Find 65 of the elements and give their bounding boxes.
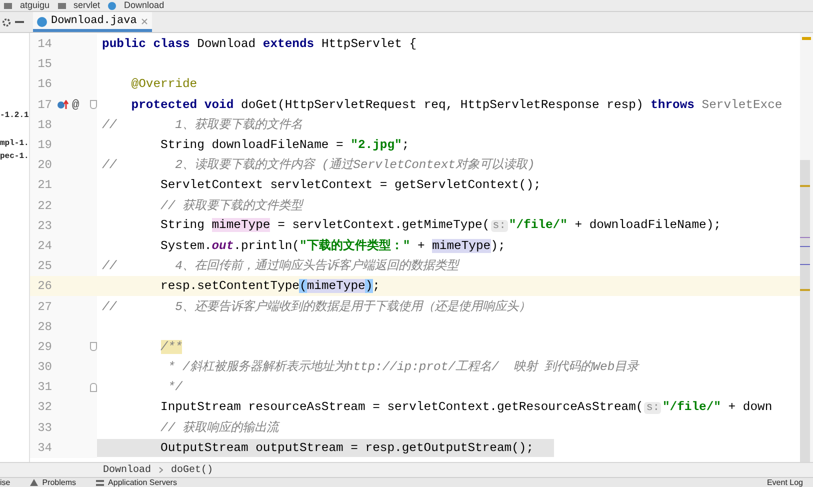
code-line: resp.setContentType(mimeType); [160, 278, 380, 296]
folder-icon [4, 2, 12, 8]
line-number: 24 [36, 238, 52, 255]
fold-marker[interactable] [90, 382, 97, 392]
code-line: // 获取要下载的文件类型 [160, 198, 302, 215]
tool-window-button[interactable]: Event Log [766, 478, 803, 487]
line-number: 16 [36, 76, 52, 94]
code-line: // 4、在回传前，通过响应头告诉客户端返回的数据类型 [101, 258, 458, 276]
breadcrumb-item[interactable]: servlet [74, 0, 100, 11]
code-line: String downloadFileName = "2.jpg"; [160, 137, 410, 154]
code-line: // 5、还要告诉客户端收到的数据是用于下载使用（还是使用响应头） [101, 298, 530, 316]
tree-item[interactable]: mpl-1. [0, 139, 29, 149]
editor-tab[interactable]: Download.java [33, 12, 152, 32]
code-line: */ [166, 379, 182, 396]
code-line: public class Download extends HttpServlet { [101, 36, 417, 54]
line-number: 15 [36, 56, 52, 74]
line-number: 20 [36, 157, 52, 174]
gutter-label[interactable]: @ [72, 96, 80, 114]
close-icon[interactable] [140, 18, 148, 25]
code-line: * /斜杠被服务器解析表示地址为http://ip:prot/工程名/ 映射 到代码的Web目录 [166, 359, 639, 376]
line-number: 23 [36, 218, 52, 235]
breadcrumb-item[interactable]: Download [124, 0, 164, 11]
class-icon [108, 2, 116, 10]
tool-window-button[interactable]: ise [0, 478, 10, 487]
class-icon [37, 16, 47, 26]
breadcrumb-item[interactable]: Download [103, 462, 152, 478]
code-line: InputStream resourceAsStream = servletContext.getResourceAsStream( s: "/file/" + down [160, 398, 772, 416]
code-line: // 2、读取要下载的文件内容 (通过ServletContext对象可以读取) [101, 156, 535, 174]
chevron-icon [159, 467, 164, 473]
line-number: 34 [36, 440, 52, 457]
warning-icon [30, 479, 38, 486]
line-number: 22 [36, 198, 52, 215]
tree-item[interactable]: pec-1. [0, 152, 29, 162]
line-number: 25 [36, 258, 52, 276]
line-number: 26 [36, 278, 52, 296]
line-number: 18 [36, 116, 52, 134]
line-number: 32 [36, 399, 52, 416]
line-number: 27 [36, 298, 52, 316]
code-line: // 获取响应的输出流 [160, 420, 278, 437]
tool-window-button[interactable]: Application Servers [108, 478, 177, 487]
line-number: 33 [36, 420, 52, 437]
code-line: System.out.println("下载的文件类型：" + mimeType); [160, 238, 506, 255]
line-number: 19 [36, 137, 52, 154]
code-line: String mimeType = servletContext.getMimeType( s: "/file/" + downloadFileName); [160, 217, 721, 234]
line-number: 31 [36, 379, 52, 396]
tool-window-button[interactable]: Problems [42, 478, 76, 487]
line-number: 28 [36, 318, 52, 336]
fold-marker[interactable] [90, 342, 97, 352]
breadcrumb-item[interactable]: doGet() [171, 462, 214, 478]
code-line: ServletContext servletContext = getServletContext(); [160, 177, 541, 194]
breadcrumb-item[interactable]: atguigu [20, 0, 50, 11]
code-line: @Override [130, 76, 198, 94]
server-icon [96, 480, 104, 486]
tree-item[interactable]: -1.2.1 [0, 111, 29, 121]
code-line: protected void doGet(HttpServletRequest req, HttpServletResponse resp) throws ServletExce [130, 96, 782, 114]
line-number: 30 [36, 359, 52, 376]
line-number: 17 [36, 96, 52, 114]
override-icon[interactable] [57, 100, 69, 110]
line-number: 21 [36, 177, 52, 194]
folder-icon [58, 2, 66, 8]
code-line: // 1、获取要下载的文件名 [101, 116, 302, 134]
settings-icon[interactable] [2, 18, 11, 26]
line-number: 29 [36, 338, 52, 356]
fold-marker[interactable] [90, 100, 97, 110]
line-number: 14 [36, 36, 52, 54]
